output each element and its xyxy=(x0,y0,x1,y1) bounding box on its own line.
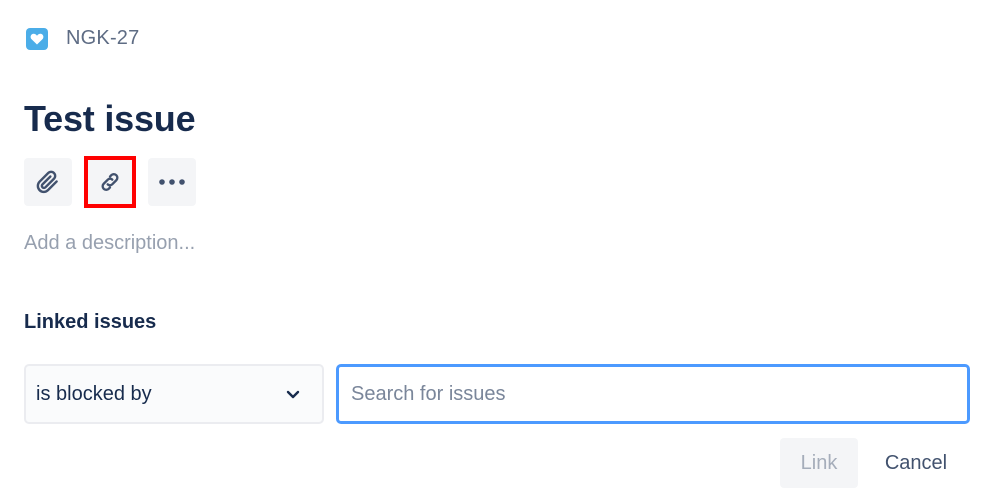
issue-toolbar xyxy=(24,156,196,208)
linked-issues-heading: Linked issues xyxy=(24,311,157,333)
issue-title[interactable]: Test issue xyxy=(24,98,196,140)
link-button[interactable]: Link xyxy=(780,438,858,488)
cancel-button[interactable]: Cancel xyxy=(866,438,966,488)
link-type-value: is blocked by xyxy=(36,382,152,405)
paperclip-icon xyxy=(36,170,58,194)
link-type-select[interactable]: is blocked by xyxy=(24,364,324,424)
description-field[interactable]: Add a description... xyxy=(24,232,195,255)
link-issue-button[interactable] xyxy=(84,156,136,208)
issue-key-link[interactable]: NGK-27 xyxy=(66,27,139,50)
attach-button[interactable] xyxy=(24,158,72,206)
heart-icon xyxy=(26,27,48,50)
issue-key-row: NGK-27 xyxy=(26,27,139,50)
chevron-down-icon xyxy=(286,390,300,398)
search-issues-input[interactable] xyxy=(336,364,970,424)
ellipsis-icon xyxy=(159,179,185,185)
more-actions-button[interactable] xyxy=(148,158,196,206)
link-icon xyxy=(101,173,119,191)
